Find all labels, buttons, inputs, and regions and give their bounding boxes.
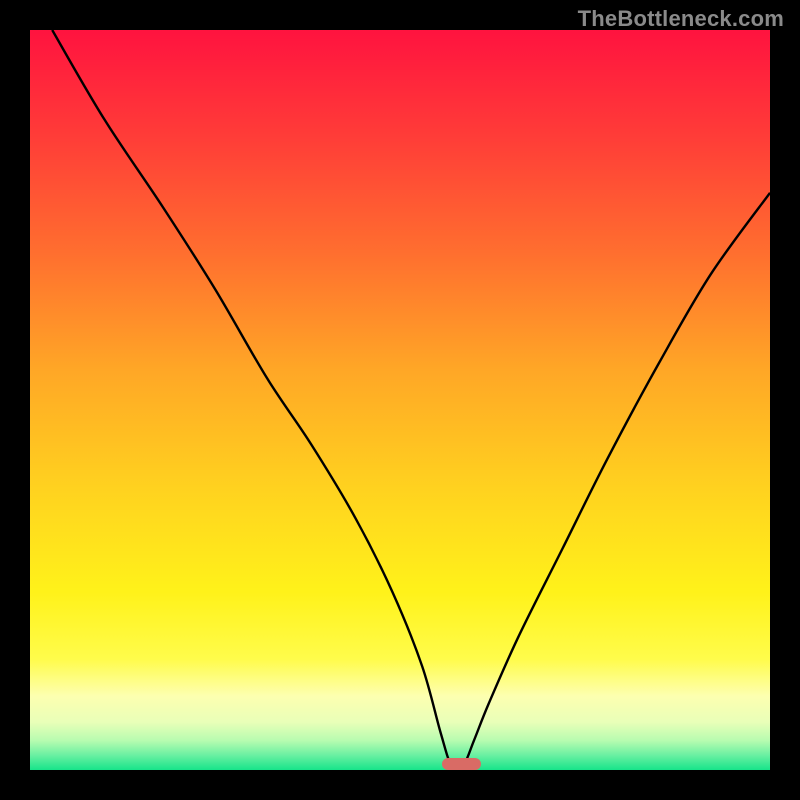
curve-svg <box>30 30 770 770</box>
minimum-marker <box>442 758 480 770</box>
bottleneck-curve <box>52 30 770 770</box>
plot-area <box>30 30 770 770</box>
chart-frame: TheBottleneck.com <box>0 0 800 800</box>
watermark-text: TheBottleneck.com <box>578 6 784 32</box>
